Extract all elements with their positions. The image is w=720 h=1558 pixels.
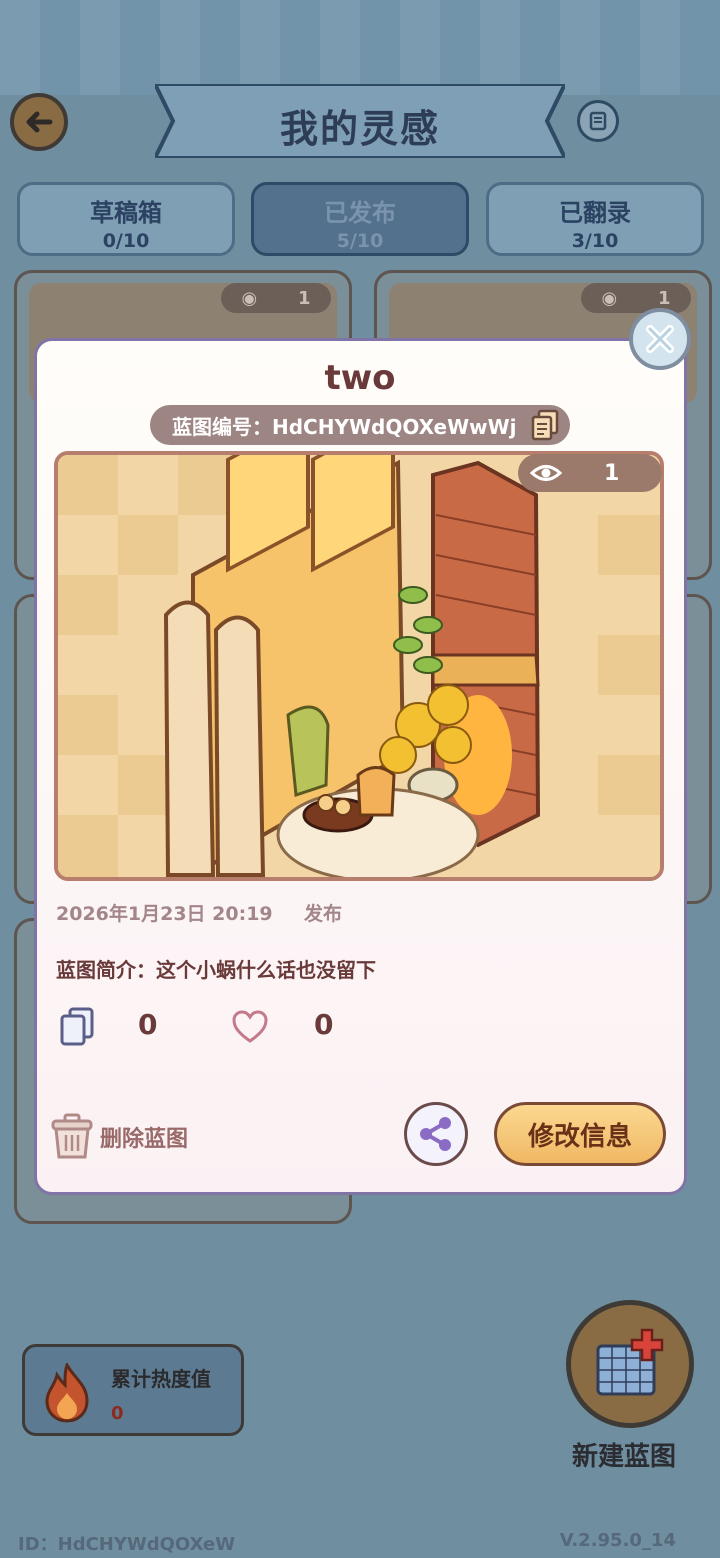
page-title: 我的灵感 — [279, 107, 440, 151]
blueprint-intro: 蓝图简介：这个小蜗什么话也没留下 — [56, 958, 376, 982]
guide-button[interactable] — [577, 100, 619, 142]
trash-icon — [51, 1113, 93, 1159]
tab-label: 已翻录 — [559, 199, 631, 227]
share-button[interactable] — [404, 1102, 468, 1166]
tab-count: 3/10 — [571, 230, 619, 252]
scroll-icon — [589, 111, 607, 131]
card-view-count: ◉ 1 — [221, 283, 331, 313]
eye-icon: ◉ — [601, 287, 618, 309]
copy-count-icon — [60, 1007, 94, 1046]
delete-label: 删除蓝图 — [100, 1127, 189, 1152]
like-count: 0 — [314, 1008, 334, 1041]
heat-panel: 累计热度值 0 — [22, 1344, 244, 1436]
close-button[interactable] — [629, 308, 691, 370]
tab-label: 草稿箱 — [90, 199, 162, 227]
tab-drafts[interactable]: 草稿箱 0/10 — [17, 182, 235, 256]
blueprint-code-text: 蓝图编号：HdCHYWdQOXeWwWj — [172, 414, 517, 439]
view-count-badge: 1 — [518, 454, 662, 492]
new-blueprint-button[interactable] — [566, 1300, 694, 1428]
edit-info-button[interactable]: 修改信息 — [494, 1102, 666, 1166]
eye-icon: ◉ — [241, 287, 258, 309]
tab-label: 已发布 — [324, 199, 396, 227]
blueprint-add-icon — [596, 1328, 664, 1396]
flame-icon — [45, 1363, 89, 1423]
share-icon — [420, 1117, 451, 1151]
copy-count: 0 — [138, 1008, 158, 1041]
copy-code-icon[interactable] — [530, 409, 560, 441]
version-label: V.2.95.0_14 — [559, 1530, 676, 1551]
awning-stripes — [0, 0, 720, 95]
blueprint-preview-image — [54, 451, 664, 881]
new-blueprint-label: 新建蓝图 — [572, 1442, 677, 1472]
heat-label: 累计热度值 — [111, 1367, 211, 1391]
title-ribbon: 我的灵感 — [155, 84, 565, 158]
tab-count: 0/10 — [102, 230, 150, 252]
heat-value: 0 — [111, 1403, 124, 1424]
blueprint-code: 蓝图编号：HdCHYWdQOXeWwWj — [150, 405, 570, 445]
player-id: ID：HdCHYWdQOXeW — [18, 1534, 236, 1555]
publish-status: 发布 — [304, 903, 343, 925]
view-count: 1 — [604, 460, 620, 486]
close-icon — [646, 325, 674, 353]
blueprint-title: two — [324, 358, 396, 398]
back-arrow-icon — [26, 111, 53, 133]
eye-icon — [530, 465, 562, 481]
tab-transcribed[interactable]: 已翻录 3/10 — [486, 182, 704, 256]
publish-date: 2026年1月23日 20:19 — [56, 903, 273, 925]
tab-count: 5/10 — [336, 230, 384, 252]
tab-published[interactable]: 已发布 5/10 — [251, 182, 469, 256]
heart-icon[interactable] — [231, 1010, 269, 1044]
card-view-count: ◉ 1 — [581, 283, 691, 313]
back-button[interactable] — [10, 93, 68, 151]
delete-blueprint-button[interactable]: 删除蓝图 — [50, 1112, 188, 1162]
